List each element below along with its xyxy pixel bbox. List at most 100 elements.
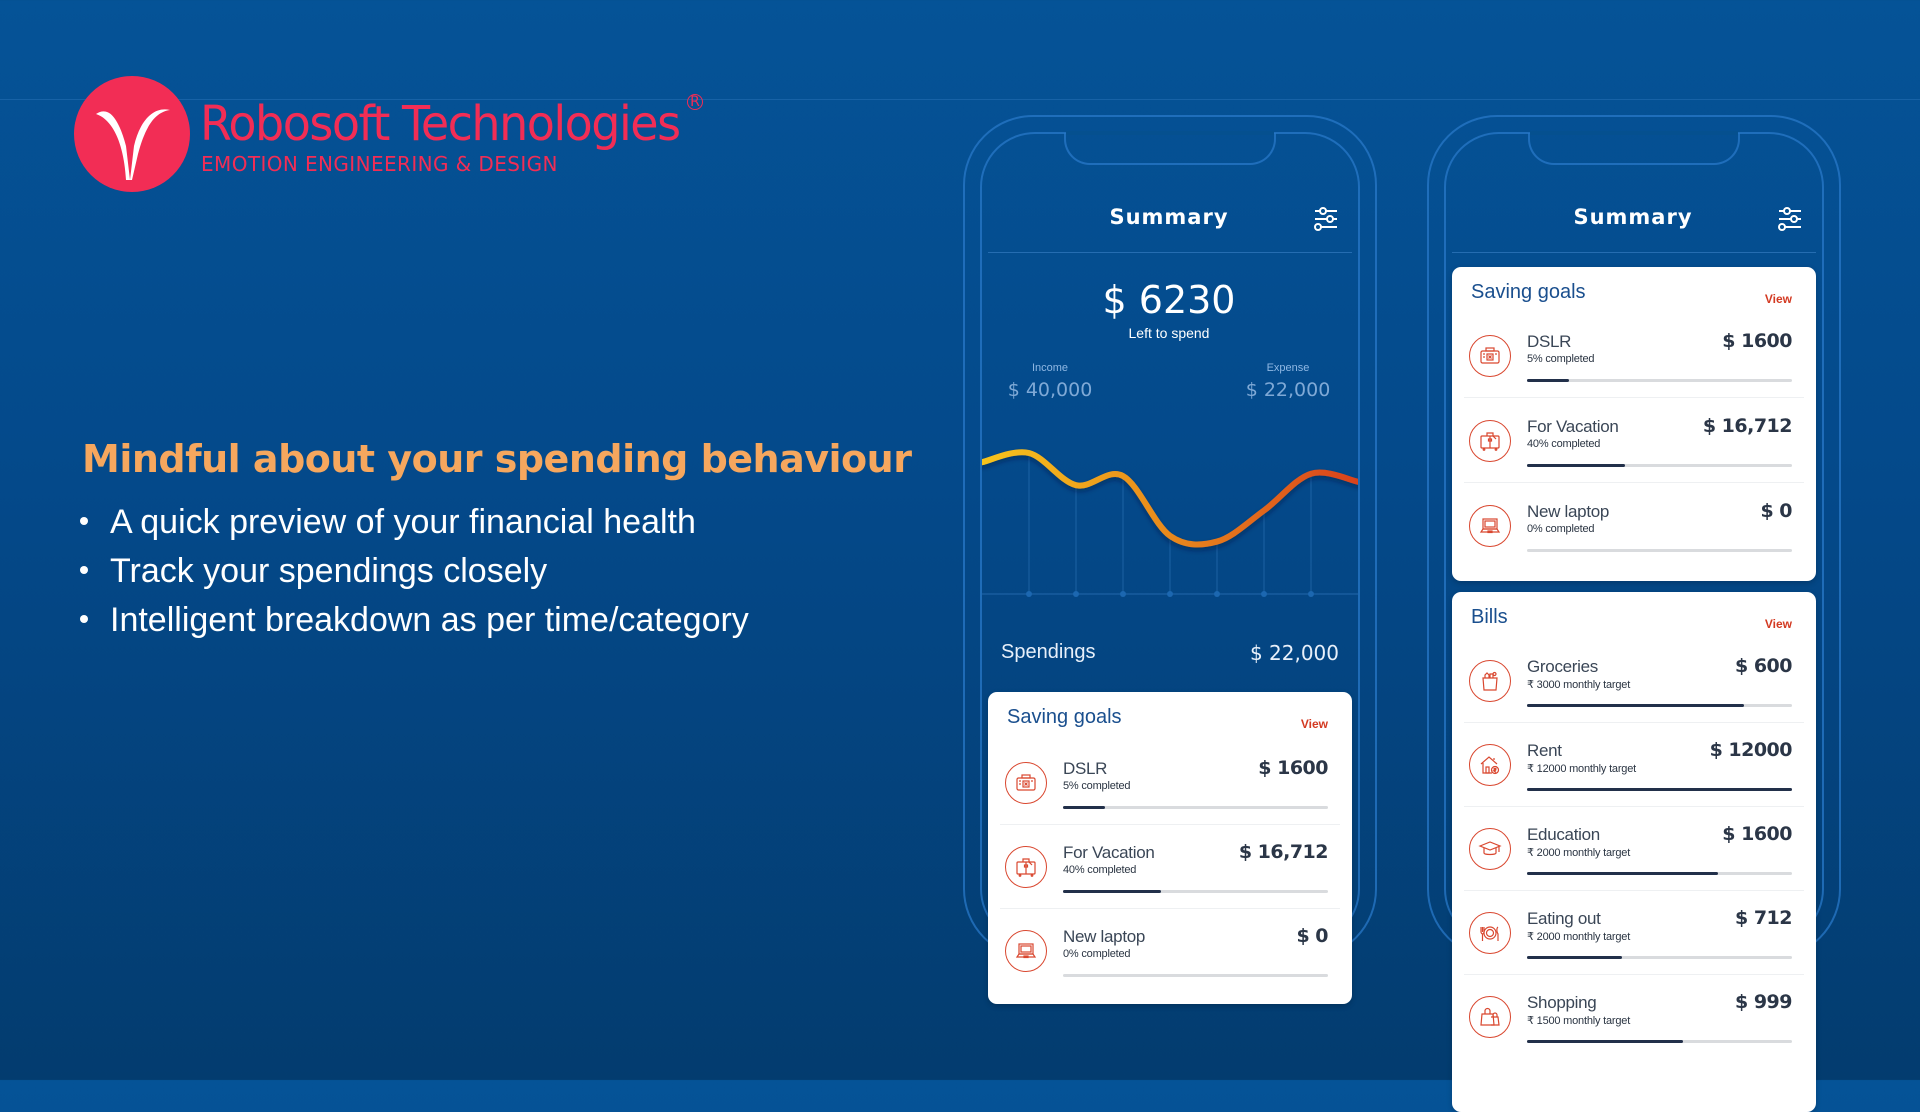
laptop-icon xyxy=(1469,505,1511,547)
list-item[interactable]: DSLR 5% completed $ 1600 xyxy=(1000,740,1340,825)
item-amount: $ 0 xyxy=(1296,925,1328,947)
item-name: For Vacation xyxy=(1527,417,1619,436)
list-item[interactable]: For Vacation 40% completed $ 16,712 xyxy=(1464,398,1804,483)
progress-bar xyxy=(1527,1040,1792,1043)
view-button[interactable]: View xyxy=(1765,292,1792,306)
suitcase-icon xyxy=(1469,420,1511,462)
progress-bar-fill xyxy=(1527,1040,1684,1043)
item-subtitle: ₹ 2000 monthly target xyxy=(1527,847,1631,859)
shopping-bag-icon xyxy=(1469,996,1511,1038)
list-item[interactable]: DSLR 5% completed $ 1600 xyxy=(1464,313,1804,398)
sliders-icon[interactable] xyxy=(1313,207,1339,231)
phone-notch xyxy=(1064,133,1276,165)
header-divider xyxy=(988,252,1352,253)
income-label: Income xyxy=(1031,362,1069,374)
feature-text: A quick preview of your financial health xyxy=(110,503,696,541)
item-subtitle: 0% completed xyxy=(1063,948,1131,960)
item-name: Rent xyxy=(1527,741,1562,760)
progress-bar xyxy=(1063,974,1328,977)
item-subtitle: 40% completed xyxy=(1527,438,1601,450)
view-button[interactable]: View xyxy=(1301,717,1328,731)
x-tick-dot xyxy=(1073,591,1079,597)
phone2-title: Summary xyxy=(1573,205,1693,229)
item-name: New laptop xyxy=(1063,927,1146,946)
x-tick-dot xyxy=(1167,591,1173,597)
graduation-cap-icon xyxy=(1469,828,1511,870)
spendings-label: Spendings xyxy=(1001,641,1096,663)
progress-bar xyxy=(1527,872,1792,875)
item-amount: $ 16,712 xyxy=(1238,841,1329,863)
progress-bar xyxy=(1527,549,1792,552)
progress-bar-fill xyxy=(1527,704,1745,707)
list-item[interactable]: For Vacation 40% completed $ 16,712 xyxy=(1000,824,1340,909)
progress-bar-fill xyxy=(1527,788,1792,791)
list-item[interactable]: New laptop 0% completed $ 0 xyxy=(1464,483,1804,567)
grocery-bag-icon xyxy=(1469,660,1511,702)
item-name: New laptop xyxy=(1527,502,1610,521)
list-item[interactable]: Groceries ₹ 3000 monthly target $ 600 xyxy=(1464,638,1804,723)
left-to-spend-label: Left to spend xyxy=(1128,325,1210,341)
laptop-icon xyxy=(1005,930,1047,972)
x-tick-dot xyxy=(1026,591,1032,597)
view-button[interactable]: View xyxy=(1765,617,1792,631)
item-name: Eating out xyxy=(1527,909,1601,928)
item-subtitle: 40% completed xyxy=(1063,864,1137,876)
progress-bar xyxy=(1527,956,1792,959)
item-subtitle: 5% completed xyxy=(1527,353,1595,365)
feature-text: Track your spendings closely xyxy=(110,552,548,590)
item-amount: $ 1600 xyxy=(1722,330,1792,352)
feature-item: Track your spendings closely xyxy=(80,547,749,596)
list-item[interactable]: Shopping ₹ 1500 monthly target $ 999 xyxy=(1464,974,1804,1058)
phone1-title: Summary xyxy=(1109,205,1229,229)
plate-cutlery-icon xyxy=(1469,912,1511,954)
registered-mark: R xyxy=(687,94,703,110)
item-amount: $ 600 xyxy=(1735,655,1793,677)
list-item[interactable]: New laptop 0% completed $ 0 xyxy=(1000,908,1340,992)
progress-bar-fill xyxy=(1527,872,1718,875)
x-tick-dot xyxy=(1214,591,1220,597)
brand-logo-icon xyxy=(74,76,190,192)
x-tick-dot xyxy=(1120,591,1126,597)
saving-goals-card: Saving goals View DSLR 5% completed $ 1600… xyxy=(988,692,1352,1004)
camera-icon xyxy=(1005,762,1047,804)
brand-name: Robosoft Technologies xyxy=(200,94,681,152)
item-name: Groceries xyxy=(1527,657,1598,676)
bills-card: Bills View Groceries ₹ 3000 monthly targe… xyxy=(1452,592,1816,1112)
income-value: $ 40,000 xyxy=(1007,379,1093,401)
list-item[interactable]: Education ₹ 2000 monthly target $ 1600 xyxy=(1464,806,1804,891)
expense-value: $ 22,000 xyxy=(1245,379,1331,401)
suitcase-icon xyxy=(1005,846,1047,888)
feature-list: A quick preview of your financial health… xyxy=(80,498,749,645)
list-item[interactable]: Eating out ₹ 2000 monthly target $ 712 xyxy=(1464,890,1804,975)
headline: Mindful about your spending behaviour xyxy=(82,437,912,481)
item-amount: $ 0 xyxy=(1760,500,1792,522)
list-item[interactable]: Rent ₹ 12000 monthly target $ 12000 xyxy=(1464,722,1804,807)
progress-bar xyxy=(1063,806,1328,809)
progress-bar-fill xyxy=(1527,956,1623,959)
spendings-line-chart xyxy=(982,449,1358,597)
house-icon xyxy=(1469,744,1511,786)
progress-bar xyxy=(1527,704,1792,707)
bullet-icon xyxy=(80,615,88,624)
item-amount: $ 1600 xyxy=(1258,757,1328,779)
sliders-icon[interactable] xyxy=(1777,207,1803,231)
item-amount: $ 712 xyxy=(1735,907,1793,929)
item-subtitle: ₹ 3000 monthly target xyxy=(1527,679,1631,691)
item-name: Shopping xyxy=(1527,993,1597,1012)
spendings-series-line xyxy=(982,449,1358,548)
brand-tagline: EMOTION ENGINEERING & DESIGN xyxy=(201,152,558,176)
card-title: Bills xyxy=(1471,606,1508,628)
saving-goals-card: Saving goals View DSLR 5% completed $ 1600… xyxy=(1452,267,1816,581)
item-subtitle: 0% completed xyxy=(1527,523,1595,535)
progress-bar xyxy=(1527,788,1792,791)
phone-notch xyxy=(1528,133,1740,165)
progress-bar-fill xyxy=(1527,379,1570,382)
item-name: Education xyxy=(1527,825,1600,844)
item-amount: $ 999 xyxy=(1735,991,1793,1013)
progress-bar-fill xyxy=(1063,890,1162,893)
progress-bar-fill xyxy=(1063,806,1106,809)
item-name: DSLR xyxy=(1063,759,1108,778)
progress-bar xyxy=(1527,379,1792,382)
item-name: For Vacation xyxy=(1063,843,1155,862)
item-amount: $ 16,712 xyxy=(1702,415,1793,437)
